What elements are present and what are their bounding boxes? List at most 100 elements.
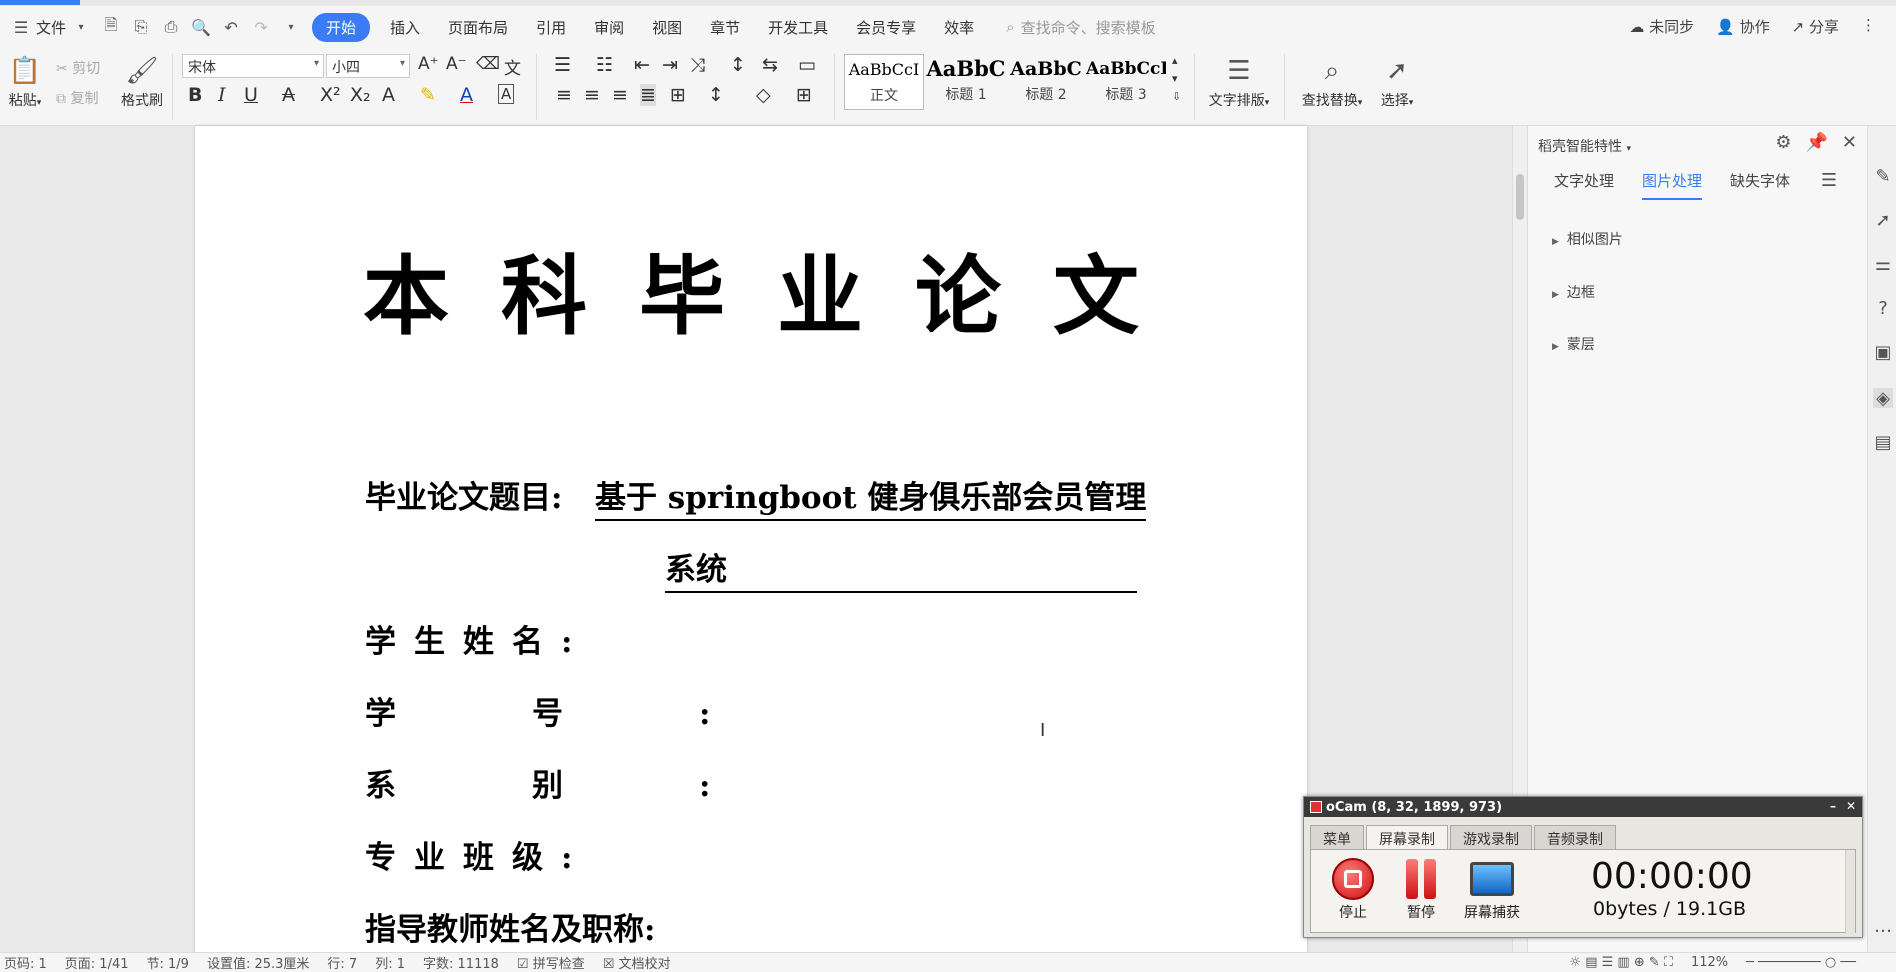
ocam-scrollbar[interactable] <box>1845 850 1855 934</box>
minimize-icon[interactable]: – <box>1830 799 1836 813</box>
proofread-toggle[interactable]: ☒ 文档校对 <box>603 953 671 972</box>
find-replace-button[interactable]: ⌕ 查找替换▾ <box>1294 52 1370 110</box>
align-right-icon[interactable]: ≡ <box>612 84 628 106</box>
style-heading-1[interactable]: AaBbC 标题 1 <box>926 54 1006 110</box>
close-icon[interactable]: ✕ <box>1846 799 1856 813</box>
pause-button[interactable]: 暂停 <box>1391 856 1451 922</box>
borders-icon[interactable]: ⊞ <box>796 84 812 106</box>
justify-icon[interactable]: ≣ <box>640 84 656 106</box>
status-word-count[interactable]: 字数: 11118 <box>423 953 499 972</box>
zoom-slider[interactable]: ─ ──────── ○ ── <box>1746 955 1856 970</box>
underline-icon[interactable]: U <box>244 84 258 106</box>
document-page[interactable]: 本科毕业论文 毕业论文题目: 基于 springboot 健身俱乐部会员管理 系… <box>195 126 1307 952</box>
select-button[interactable]: ➚ 选择▾ <box>1374 52 1420 110</box>
tab-view[interactable]: 视图 <box>652 17 682 38</box>
text-layout-button[interactable]: ☰ 文字排版▾ <box>1202 52 1276 110</box>
bullet-list-icon[interactable]: ☰ <box>554 54 571 76</box>
ocam-tab-menu[interactable]: 菜单 <box>1310 825 1364 849</box>
command-search[interactable]: ⌕ 查找命令、搜索模板 <box>1006 17 1155 38</box>
sort-icon[interactable]: ↕ <box>730 54 746 76</box>
decrease-indent-icon[interactable]: ⇤ <box>634 54 650 76</box>
file-menu[interactable]: 文件 <box>36 17 66 38</box>
superscript-icon[interactable]: X² <box>320 84 341 106</box>
smart-feature-icon[interactable]: ◈ <box>1873 388 1893 409</box>
grow-font-icon[interactable]: A⁺ <box>418 54 439 74</box>
more-options-icon[interactable]: ⋮ <box>1861 16 1876 37</box>
style-heading-2[interactable]: AaBbC 标题 2 <box>1006 54 1086 110</box>
shrink-font-icon[interactable]: A⁻ <box>446 54 467 74</box>
ocam-titlebar[interactable]: oCam (8, 32, 1899, 973) – ✕ <box>1304 797 1862 817</box>
print-icon[interactable]: ⎙ <box>160 16 182 38</box>
char-border-icon[interactable]: A <box>498 84 515 104</box>
chevron-down-icon[interactable]: ▾ <box>70 16 92 38</box>
redo-icon[interactable]: ↷ <box>250 16 272 38</box>
style-scroll-icon[interactable]: ▴ ▾ ⇩ <box>1172 52 1181 106</box>
scrollbar-thumb[interactable] <box>1516 174 1524 220</box>
tab-review[interactable]: 审阅 <box>594 17 624 38</box>
spell-check-toggle[interactable]: ☑ 拼写检查 <box>517 953 585 972</box>
stop-button[interactable]: 停止 <box>1323 856 1383 922</box>
style-normal[interactable]: AaBbCcI 正文 <box>844 54 924 110</box>
align-center-icon[interactable]: ≡ <box>584 84 600 106</box>
section-similar-images[interactable]: ▶ 相似图片 <box>1552 229 1623 249</box>
cut-button[interactable]: ✂ 剪切 <box>56 58 100 78</box>
tab-references[interactable]: 引用 <box>536 17 566 38</box>
section-mask[interactable]: ▶ 蒙层 <box>1552 334 1595 354</box>
tab-insert[interactable]: 插入 <box>390 17 420 38</box>
increase-indent-icon[interactable]: ⇥ <box>662 54 678 76</box>
cursor-icon[interactable]: ➚ <box>1873 210 1893 231</box>
more-quick-icon[interactable]: ▾ <box>280 16 302 38</box>
format-painter-button[interactable]: 🖌 格式刷 <box>118 52 166 110</box>
book-search-icon[interactable]: ▤ <box>1873 432 1893 453</box>
text-effect-icon[interactable]: A <box>382 84 395 106</box>
sync-button[interactable]: ☁ 未同步 <box>1629 16 1694 37</box>
tab-page-layout[interactable]: 页面布局 <box>448 17 508 38</box>
style-heading-3[interactable]: AaBbCcI 标题 3 <box>1086 54 1166 110</box>
numbered-list-icon[interactable]: ☷ <box>596 54 613 76</box>
undo-icon[interactable]: ↶ <box>220 16 242 38</box>
help-icon[interactable]: ? <box>1873 298 1893 319</box>
copy-button[interactable]: ⧉ 复制 <box>56 88 98 108</box>
phonetic-icon[interactable]: 文 <box>504 54 521 79</box>
panel-title[interactable]: 稻壳智能特性 ▾ <box>1538 136 1631 156</box>
shading-icon[interactable]: ◇ <box>756 84 771 106</box>
ocam-tab-audio-record[interactable]: 音频录制 <box>1534 825 1616 849</box>
subscript-icon[interactable]: X₂ <box>350 84 371 106</box>
image-tool-icon[interactable]: ▣ <box>1873 342 1893 363</box>
italic-icon[interactable]: I <box>218 84 226 106</box>
highlight-icon[interactable]: ✎ <box>420 84 436 106</box>
tab-efficiency[interactable]: 效率 <box>944 17 974 38</box>
pin-icon[interactable]: 📌 <box>1805 132 1827 153</box>
more-icon[interactable]: … <box>1873 916 1893 937</box>
tab-chapter[interactable]: 章节 <box>710 17 740 38</box>
bold-icon[interactable]: B <box>188 84 202 106</box>
tab-text-processing[interactable]: 文字处理 <box>1554 170 1614 200</box>
wrap-icon[interactable]: ⇆ <box>762 54 778 76</box>
collaborate-button[interactable]: 👤 协作 <box>1716 16 1769 37</box>
sliders-icon[interactable]: ⚌ <box>1873 254 1893 275</box>
status-page[interactable]: 页面: 1/41 <box>65 953 129 972</box>
screen-capture-button[interactable]: 屏幕捕获 <box>1457 856 1527 922</box>
tab-missing-fonts[interactable]: 缺失字体 <box>1730 170 1790 200</box>
text-direction-icon[interactable]: ⤨ <box>690 54 705 76</box>
paste-button[interactable]: 📋 粘贴▾ <box>4 52 46 110</box>
print-preview-icon[interactable]: 🔍 <box>190 16 212 38</box>
pen-icon[interactable]: ✎ <box>1873 166 1893 187</box>
section-border[interactable]: ▶ 边框 <box>1552 282 1595 302</box>
close-icon[interactable]: ✕ <box>1842 132 1857 153</box>
line-spacing-icon[interactable]: ↕ <box>708 84 724 106</box>
ocam-tab-game-record[interactable]: 游戏录制 <box>1450 825 1532 849</box>
tab-member[interactable]: 会员专享 <box>856 17 916 38</box>
view-mode-icons[interactable]: ☼ ▤ ☰ ▥ ⊕ ✎ ⛶ <box>1569 955 1673 970</box>
distribute-icon[interactable]: ⊞ <box>670 84 686 106</box>
font-name-select[interactable]: 宋体 ▾ <box>182 54 324 78</box>
clear-format-icon[interactable]: ⌫ <box>476 54 500 74</box>
align-left-icon[interactable]: ≡ <box>556 84 572 106</box>
ocam-tab-screen-record[interactable]: 屏幕录制 <box>1366 825 1448 849</box>
tab-image-processing[interactable]: 图片处理 <box>1642 170 1703 200</box>
hamburger-icon[interactable]: ☰ <box>10 16 32 38</box>
font-size-select[interactable]: 小四 ▾ <box>326 54 410 78</box>
strikethrough-icon[interactable]: A <box>282 84 295 106</box>
zoom-level[interactable]: 112% <box>1691 955 1728 970</box>
menu-icon[interactable]: ☰ <box>1821 170 1837 191</box>
